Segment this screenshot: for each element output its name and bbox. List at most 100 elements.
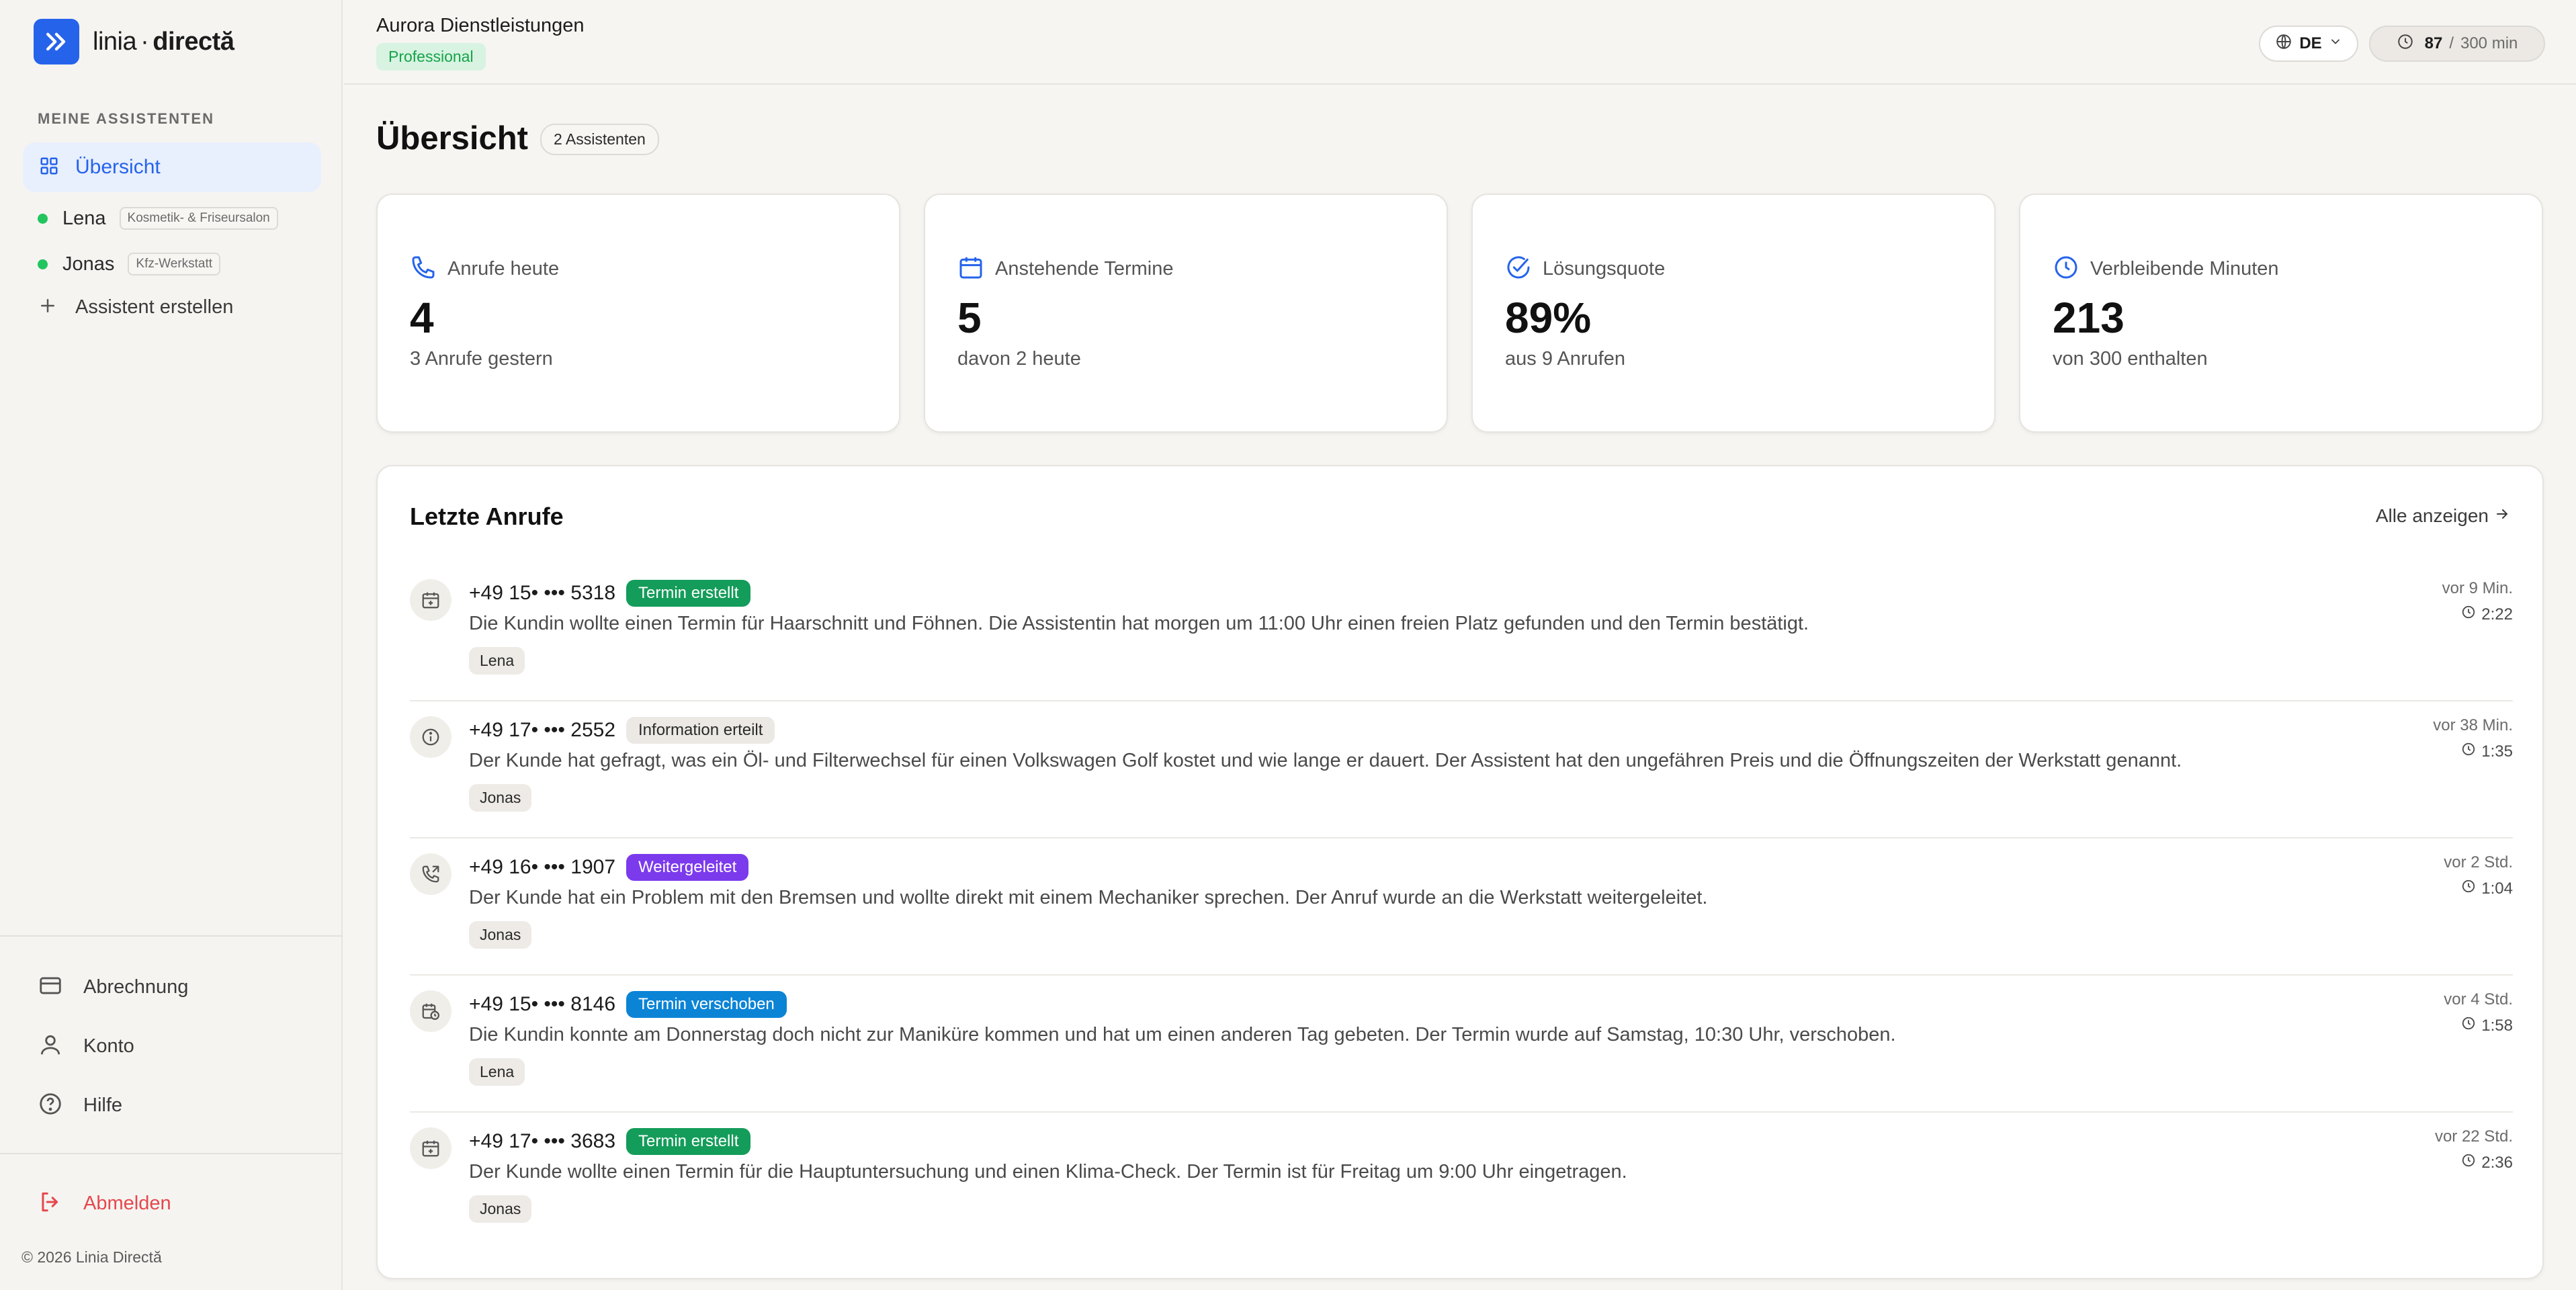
recent-calls-panel: Letzte Anrufe Alle anzeigen +49 15• ••• … bbox=[376, 465, 2544, 1279]
clock-icon bbox=[2461, 1016, 2476, 1035]
assistant-name: Jonas bbox=[62, 253, 115, 275]
sidebar-divider bbox=[0, 1153, 343, 1154]
call-duration: 1:58 bbox=[2481, 1016, 2513, 1035]
company-name: Aurora Dienstleistungen bbox=[376, 15, 585, 36]
stat-card-calls-today: Anrufe heute 4 3 Anrufe gestern bbox=[376, 194, 900, 433]
calendar-plus-icon bbox=[410, 1127, 452, 1169]
calendar-clock-icon bbox=[410, 990, 452, 1032]
call-row[interactable]: +49 16• ••• 1907 Weitergeleitet Der Kund… bbox=[410, 838, 2513, 976]
assistant-tag: Jonas bbox=[469, 1195, 532, 1223]
stat-value: 89% bbox=[1505, 294, 1592, 342]
assistant-tag: Jonas bbox=[469, 921, 532, 949]
info-icon bbox=[410, 716, 452, 758]
section-label-assistants: MEINE ASSISTENTEN bbox=[38, 110, 214, 127]
call-row[interactable]: +49 17• ••• 2552 Information erteilt Der… bbox=[410, 701, 2513, 838]
grid-icon bbox=[39, 156, 59, 179]
logout-button[interactable]: Abmelden bbox=[38, 1187, 171, 1220]
assistant-count-badge: 2 Assistenten bbox=[540, 124, 659, 155]
stat-subtext: aus 9 Anrufen bbox=[1505, 348, 1625, 370]
clock-icon bbox=[2053, 254, 2079, 284]
caller-number: +49 17• ••• 2552 bbox=[469, 719, 616, 741]
sidebar-item-billing[interactable]: Abrechnung bbox=[38, 970, 188, 1004]
recent-calls-title: Letzte Anrufe bbox=[410, 503, 564, 530]
assistant-category-tag: Kfz-Werkstatt bbox=[128, 253, 221, 275]
status-badge: Termin erstellt bbox=[626, 1128, 751, 1155]
copyright-text: © 2026 Linia Directă bbox=[22, 1248, 162, 1266]
help-circle-icon bbox=[38, 1091, 63, 1120]
stat-subtext: von 300 enthalten bbox=[2053, 348, 2208, 370]
status-dot bbox=[38, 213, 48, 224]
stat-subtext: davon 2 heute bbox=[957, 348, 1081, 370]
stat-card-resolution-rate: Lösungsquote 89% aus 9 Anrufen bbox=[1471, 194, 1995, 433]
clock-icon bbox=[2461, 1153, 2476, 1172]
call-row[interactable]: +49 17• ••• 3683 Termin erstellt Der Kun… bbox=[410, 1113, 2513, 1250]
status-dot bbox=[38, 259, 48, 269]
stat-value: 213 bbox=[2053, 294, 2124, 342]
sidebar-item-help[interactable]: Hilfe bbox=[38, 1088, 122, 1122]
assistant-category-tag: Kosmetik- & Friseursalon bbox=[119, 207, 278, 230]
call-description: Die Kundin konnte am Donnerstag doch nic… bbox=[469, 1024, 1896, 1045]
caller-number: +49 15• ••• 8146 bbox=[469, 993, 616, 1015]
call-row[interactable]: +49 15• ••• 5318 Termin erstellt Die Kun… bbox=[410, 564, 2513, 701]
call-time: vor 2 Std. bbox=[2444, 853, 2513, 871]
arrow-right-icon bbox=[2494, 505, 2510, 527]
topbar: Aurora Dienstleistungen Professional DE … bbox=[344, 0, 2576, 85]
status-badge: Termin verschoben bbox=[626, 991, 787, 1018]
stat-value: 5 bbox=[957, 294, 982, 342]
language-value: DE bbox=[2299, 34, 2322, 52]
caller-number: +49 16• ••• 1907 bbox=[469, 856, 616, 878]
logo-mark-icon bbox=[34, 19, 79, 64]
status-badge: Weitergeleitet bbox=[626, 854, 749, 881]
create-assistant-button[interactable]: Assistent erstellen bbox=[38, 296, 233, 319]
chevron-down-icon bbox=[2329, 34, 2342, 53]
clock-icon bbox=[2397, 33, 2414, 55]
call-duration: 2:36 bbox=[2481, 1153, 2513, 1172]
sidebar-item-account[interactable]: Konto bbox=[38, 1029, 134, 1063]
stat-label: Anstehende Termine bbox=[995, 258, 1174, 280]
caller-number: +49 15• ••• 5318 bbox=[469, 582, 616, 604]
stat-card-upcoming-appointments: Anstehende Termine 5 davon 2 heute bbox=[924, 194, 1448, 433]
brand-logo[interactable]: linia · directă bbox=[34, 19, 234, 64]
sidebar-item-label: Konto bbox=[83, 1035, 134, 1057]
logout-label: Abmelden bbox=[83, 1192, 171, 1214]
assistant-tag: Lena bbox=[469, 647, 525, 675]
sidebar-item-overview[interactable]: Übersicht bbox=[23, 142, 321, 192]
sidebar-item-assistant-jonas[interactable]: Jonas Kfz-Werkstatt bbox=[38, 247, 221, 281]
minutes-total: 300 min bbox=[2460, 34, 2518, 52]
stat-value: 4 bbox=[410, 294, 434, 342]
call-description: Der Kunde hat gefragt, was ein Öl- und F… bbox=[469, 750, 2182, 771]
language-selector[interactable]: DE bbox=[2259, 26, 2358, 62]
calendar-icon bbox=[957, 254, 984, 284]
call-duration: 1:04 bbox=[2481, 879, 2513, 898]
sidebar-item-label: Hilfe bbox=[83, 1094, 123, 1116]
minutes-usage-indicator: 87 / 300 min bbox=[2369, 26, 2545, 62]
stat-subtext: 3 Anrufe gestern bbox=[410, 348, 553, 370]
call-time: vor 9 Min. bbox=[2442, 579, 2513, 597]
clock-icon bbox=[2461, 879, 2476, 898]
call-duration: 1:35 bbox=[2481, 742, 2513, 761]
phone-forward-icon bbox=[410, 853, 452, 895]
page-title: Übersicht bbox=[376, 120, 529, 157]
call-row[interactable]: +49 15• ••• 8146 Termin verschoben Die K… bbox=[410, 976, 2513, 1113]
credit-card-icon bbox=[38, 973, 63, 1002]
check-circle-icon bbox=[1505, 254, 1532, 284]
calendar-plus-icon bbox=[410, 579, 452, 621]
call-time: vor 38 Min. bbox=[2433, 716, 2513, 734]
call-time: vor 4 Std. bbox=[2444, 990, 2513, 1008]
clock-icon bbox=[2461, 605, 2476, 624]
clock-icon bbox=[2461, 742, 2476, 761]
call-duration: 2:22 bbox=[2481, 605, 2513, 624]
plan-badge: Professional bbox=[376, 43, 486, 71]
call-time: vor 22 Std. bbox=[2434, 1127, 2513, 1146]
globe-icon bbox=[2275, 33, 2292, 55]
status-badge: Information erteilt bbox=[626, 717, 775, 744]
brand-name: linia · directă bbox=[93, 27, 234, 56]
show-all-link[interactable]: Alle anzeigen bbox=[2376, 505, 2510, 527]
phone-icon bbox=[410, 254, 437, 284]
sidebar-item-assistant-lena[interactable]: Lena Kosmetik- & Friseursalon bbox=[38, 202, 278, 235]
stat-label: Verbleibende Minuten bbox=[2090, 258, 2279, 280]
sidebar-divider bbox=[0, 935, 343, 937]
call-description: Die Kundin wollte einen Termin für Haars… bbox=[469, 613, 1809, 634]
logout-icon bbox=[38, 1189, 63, 1218]
stat-label: Lösungsquote bbox=[1543, 258, 1666, 280]
